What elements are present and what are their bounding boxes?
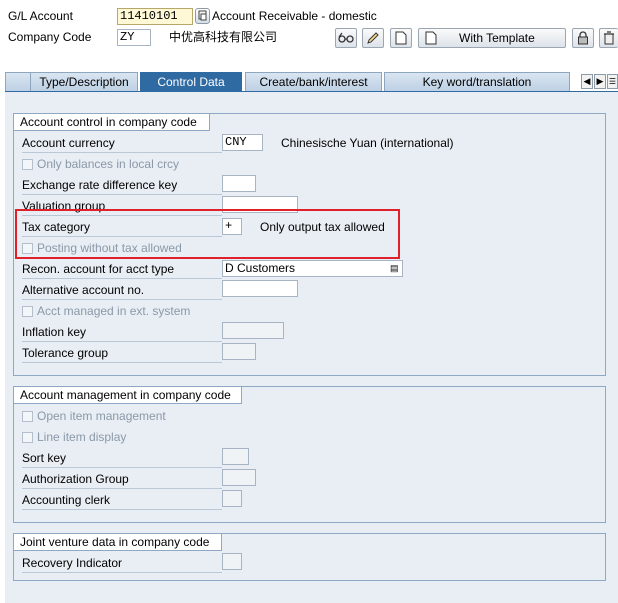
gl-account-description: Account Receivable - domestic (212, 9, 377, 23)
tolerance-group-field[interactable] (222, 343, 256, 360)
recon-account-select[interactable]: D Customers ▤ (222, 260, 403, 277)
authorization-group-field[interactable] (222, 469, 256, 486)
tab-control-data[interactable]: Control Data (140, 72, 242, 92)
template-document-icon (425, 31, 437, 45)
with-template-label: With Template (459, 31, 535, 45)
delete-button[interactable] (599, 28, 618, 48)
account-currency-description: Chinesische Yuan (international) (281, 136, 454, 150)
gl-account-label: G/L Account (8, 9, 73, 23)
joint-venture-title: Joint venture data in company code (14, 534, 222, 551)
highlight-box (15, 209, 400, 259)
company-code-label: Company Code (8, 30, 92, 44)
gl-account-field[interactable]: 11410101 (117, 8, 193, 25)
recon-account-value: D Customers (225, 261, 296, 275)
tolerance-group-label: Tolerance group (22, 344, 222, 363)
new-document-icon (395, 31, 407, 45)
only-balances-label: Only balances in local crcy (37, 157, 180, 171)
pencil-icon (367, 32, 379, 44)
create-button[interactable] (390, 28, 412, 48)
glasses-icon (338, 32, 354, 43)
sort-key-label: Sort key (22, 449, 222, 468)
only-balances-row: Only balances in local crcy (22, 155, 179, 174)
edit-button[interactable] (362, 28, 384, 48)
tab-type-description[interactable]: Type/Description (30, 72, 138, 92)
accounting-clerk-label: Accounting clerk (22, 491, 222, 510)
company-name: 中优高科技有限公司 (169, 30, 278, 44)
account-management-title: Account management in company code (14, 387, 242, 404)
search-help-icon[interactable] (195, 8, 210, 24)
tab-strip: Type/Description Control Data Create/ban… (0, 72, 618, 92)
tab-scroll-right-icon[interactable]: ▶ (594, 74, 606, 89)
accounting-clerk-field[interactable] (222, 490, 242, 507)
recovery-indicator-field[interactable] (222, 553, 242, 570)
with-template-button[interactable]: With Template (418, 28, 566, 48)
trash-icon (604, 31, 614, 45)
inflation-key-label: Inflation key (22, 323, 222, 342)
account-currency-label: Account currency (22, 134, 222, 153)
acct-managed-row: Acct managed in ext. system (22, 302, 190, 321)
acct-managed-label: Acct managed in ext. system (37, 304, 191, 318)
account-currency-field[interactable]: CNY (222, 134, 263, 151)
sort-key-field[interactable] (222, 448, 249, 465)
inflation-key-field[interactable] (222, 322, 284, 339)
dropdown-list-icon[interactable]: ▤ (390, 262, 400, 274)
alternative-account-field[interactable] (222, 280, 298, 297)
line-item-label: Line item display (37, 430, 127, 444)
line-item-row: Line item display (22, 428, 126, 447)
authorization-group-label: Authorization Group (22, 470, 222, 489)
open-item-checkbox[interactable] (22, 411, 33, 422)
tab-create-bank-interest[interactable]: Create/bank/interest (245, 72, 382, 92)
lock-button[interactable] (572, 28, 594, 48)
tab-key-word-translation[interactable]: Key word/translation (384, 72, 570, 92)
open-item-row: Open item management (22, 407, 166, 426)
tab-scroll-left-icon[interactable]: ◀ (581, 74, 593, 89)
display-change-button[interactable] (335, 28, 357, 48)
recon-account-label: Recon. account for acct type (22, 260, 222, 279)
only-balances-checkbox[interactable] (22, 159, 33, 170)
line-item-checkbox[interactable] (22, 432, 33, 443)
exchange-rate-label: Exchange rate difference key (22, 176, 222, 195)
tab-list-icon[interactable]: ☰ (607, 74, 618, 89)
company-code-field[interactable]: ZY (117, 29, 151, 46)
open-item-label: Open item management (37, 409, 166, 423)
lock-icon (578, 31, 588, 45)
recovery-indicator-label: Recovery Indicator (22, 554, 222, 573)
acct-managed-checkbox[interactable] (22, 306, 33, 317)
alternative-account-label: Alternative account no. (22, 281, 222, 300)
exchange-rate-field[interactable] (222, 175, 256, 192)
account-control-title: Account control in company code (14, 114, 210, 131)
